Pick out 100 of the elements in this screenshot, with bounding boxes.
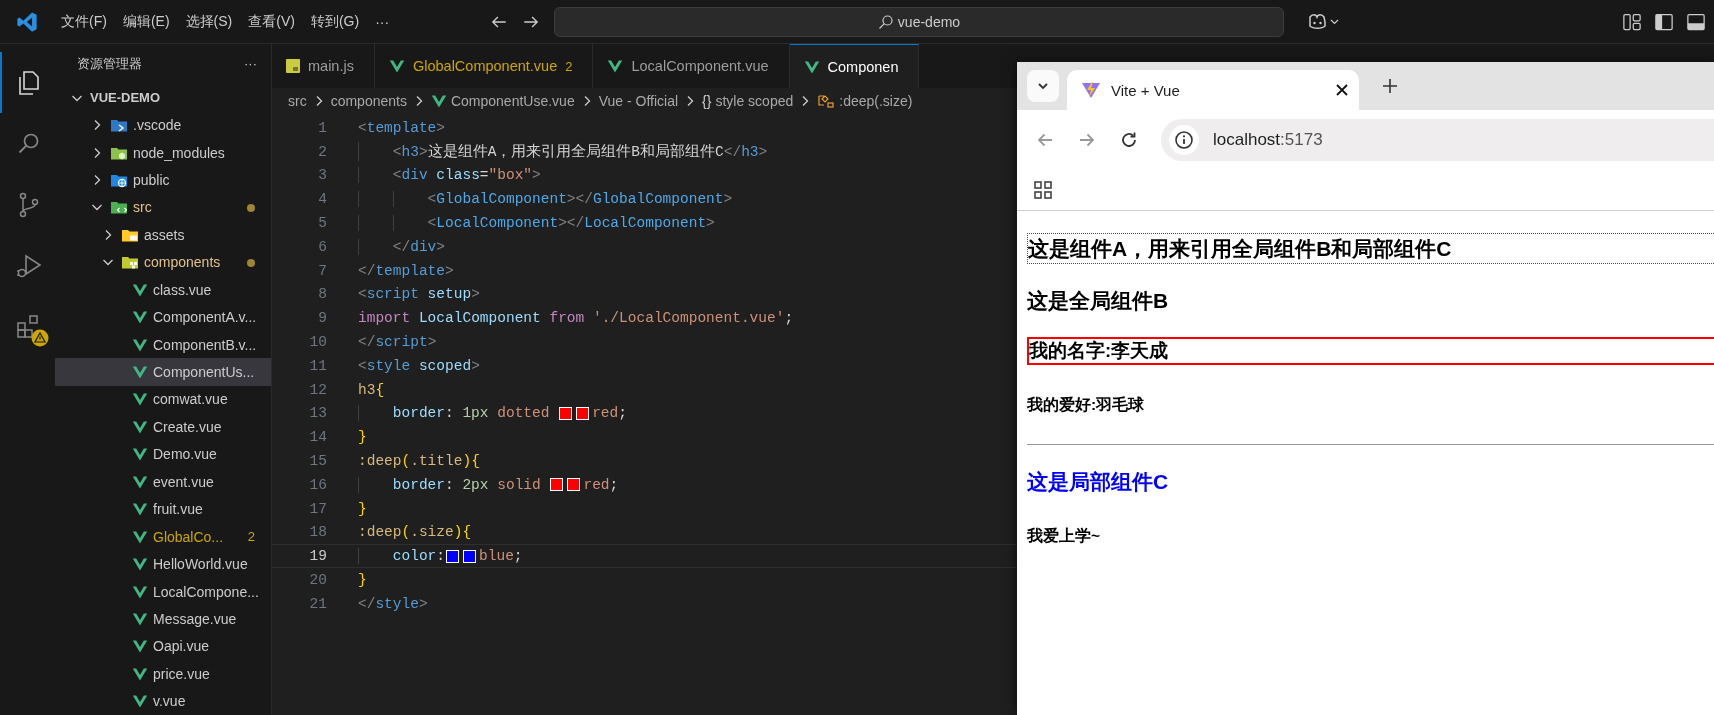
code-line: </template> xyxy=(358,262,454,279)
code-line: </div> xyxy=(391,238,446,255)
panel-toggle-icon[interactable] xyxy=(1686,11,1706,32)
breadcrumb-item[interactable]: :deep(.size) xyxy=(839,93,913,109)
vue-file-icon xyxy=(607,58,624,74)
file-item[interactable]: Oapi.vue xyxy=(55,632,271,661)
vue-file-icon xyxy=(132,473,148,490)
vue-file-icon xyxy=(132,391,148,408)
file-item[interactable]: HelloWorld.vue xyxy=(55,550,271,578)
code-text: red; xyxy=(592,405,627,422)
color-swatch[interactable] xyxy=(550,478,564,492)
code-line: } xyxy=(358,500,367,517)
color-swatch[interactable] xyxy=(446,549,460,563)
file-item[interactable]: v.vue xyxy=(55,687,271,715)
code-line: <h3>这是组件A，用来引用全局组件B和局部组件C</h3> xyxy=(391,142,768,162)
menu-item[interactable]: 查看(V) xyxy=(241,8,302,35)
file-item[interactable]: Create.vue xyxy=(55,413,271,441)
vue-file-icon xyxy=(803,58,820,75)
line-number: 6 xyxy=(317,238,327,255)
breadcrumb-item[interactable]: ComponentUse.vue xyxy=(450,93,575,109)
line-number: 4 xyxy=(317,191,327,208)
modified-dot xyxy=(247,258,255,267)
address-bar[interactable]: localhost:5173 xyxy=(1161,119,1714,161)
editor-tab[interactable]: LocalComponent.vue xyxy=(593,44,790,88)
line-number: 10 xyxy=(308,334,327,351)
menu-item[interactable]: 编辑(E) xyxy=(115,8,177,35)
command-search-field[interactable]: vue-demo xyxy=(554,6,1284,37)
vite-logo-icon xyxy=(1081,80,1101,100)
copilot-icon[interactable] xyxy=(1306,12,1340,31)
vue-file-icon xyxy=(132,364,148,380)
code-line: </script> xyxy=(358,334,437,351)
info-icon[interactable] xyxy=(1174,130,1194,150)
file-item[interactable]: ComponentB.v... xyxy=(55,330,271,359)
vue-file-icon xyxy=(132,638,148,655)
line-number: 2 xyxy=(317,143,327,160)
editor-tab[interactable]: main.js xyxy=(272,44,375,88)
js-file-icon xyxy=(286,59,300,73)
file-item[interactable]: LocalCompone... xyxy=(55,577,271,606)
line-number: 19 xyxy=(308,548,327,565)
color-swatch[interactable] xyxy=(559,406,573,420)
file-item[interactable]: price.vue xyxy=(55,660,271,688)
new-tab-icon[interactable] xyxy=(1381,77,1399,95)
close-icon[interactable] xyxy=(1335,83,1349,97)
file-item[interactable]: event.vue xyxy=(55,468,271,496)
page-heading: 这是全局组件B xyxy=(1027,288,1170,314)
color-swatch[interactable] xyxy=(576,406,590,420)
layout-icon[interactable] xyxy=(1622,11,1642,32)
vue-file-icon xyxy=(132,528,148,545)
menu-item[interactable]: 转到(G) xyxy=(303,8,367,35)
menu-item[interactable]: 选择(S) xyxy=(178,8,240,35)
app-logo-icon xyxy=(16,10,38,33)
vue-file-icon xyxy=(132,610,148,627)
folder-item[interactable]: src xyxy=(55,193,271,222)
breadcrumb-item[interactable]: style scoped xyxy=(715,93,794,109)
line-number: 1 xyxy=(317,119,327,136)
file-item[interactable]: Message.vue xyxy=(55,605,271,633)
folder-item[interactable]: public xyxy=(55,166,271,194)
code-text: color: xyxy=(391,548,446,565)
tab-search-button[interactable] xyxy=(1027,70,1059,102)
file-item[interactable]: comwat.vue xyxy=(55,385,271,414)
folder-item[interactable]: assets xyxy=(55,221,271,249)
line-number: 3 xyxy=(317,167,327,184)
vue-file-icon xyxy=(132,665,148,682)
breadcrumb-item[interactable]: src xyxy=(288,93,307,109)
sidebar-toggle-icon[interactable] xyxy=(1654,11,1674,32)
editor-tab[interactable]: GlobalComponent.vue 2 xyxy=(374,44,594,88)
breadcrumb-item[interactable]: components xyxy=(330,93,407,109)
apps-grid-icon[interactable] xyxy=(1033,180,1053,200)
code-line: <template> xyxy=(358,119,446,136)
breadcrumb-item[interactable]: Vue - Official xyxy=(598,93,679,109)
file-item[interactable]: ComponentA.v... xyxy=(55,303,271,331)
color-swatch[interactable] xyxy=(463,549,477,563)
file-item[interactable]: ComponentUs... xyxy=(55,358,271,386)
file-item[interactable]: GlobalCo... 2 xyxy=(55,522,271,551)
code-line: import LocalComponent from './LocalComponent.vue'; xyxy=(358,310,794,327)
color-swatch[interactable] xyxy=(567,478,581,492)
menu-item[interactable]: 文件(F) xyxy=(54,8,114,35)
modified-dot xyxy=(247,203,255,212)
file-item[interactable]: Demo.vue xyxy=(55,440,271,469)
folder-item[interactable]: components xyxy=(55,248,271,276)
editor-tab[interactable]: Componen xyxy=(789,44,920,88)
code-line: <LocalComponent></LocalComponent> xyxy=(426,215,715,232)
code-folder-icon xyxy=(110,199,128,216)
file-item[interactable]: class.vue xyxy=(55,275,271,304)
problem-count: 2 xyxy=(565,58,573,74)
folder-item[interactable]: .vscode xyxy=(55,111,271,139)
file-item[interactable]: fruit.vue xyxy=(55,495,271,523)
code-line: <GlobalComponent></GlobalComponent> xyxy=(426,191,733,208)
more-actions-button[interactable]: ··· xyxy=(244,56,257,72)
line-number: 12 xyxy=(308,381,327,398)
code-text: red; xyxy=(583,476,619,493)
menu-item[interactable]: ··· xyxy=(368,9,397,34)
code-line: </style> xyxy=(358,595,428,612)
code-line: h3{ xyxy=(358,381,385,398)
reload-icon[interactable] xyxy=(1119,130,1139,150)
folder-item[interactable]: node_modules xyxy=(55,138,271,167)
browser-tab[interactable]: Vite + Vue xyxy=(1067,70,1359,110)
folder-item[interactable]: VUE-DEMO xyxy=(55,83,271,112)
panel-title: 资源管理器 xyxy=(77,54,142,73)
line-number: 13 xyxy=(308,405,327,422)
